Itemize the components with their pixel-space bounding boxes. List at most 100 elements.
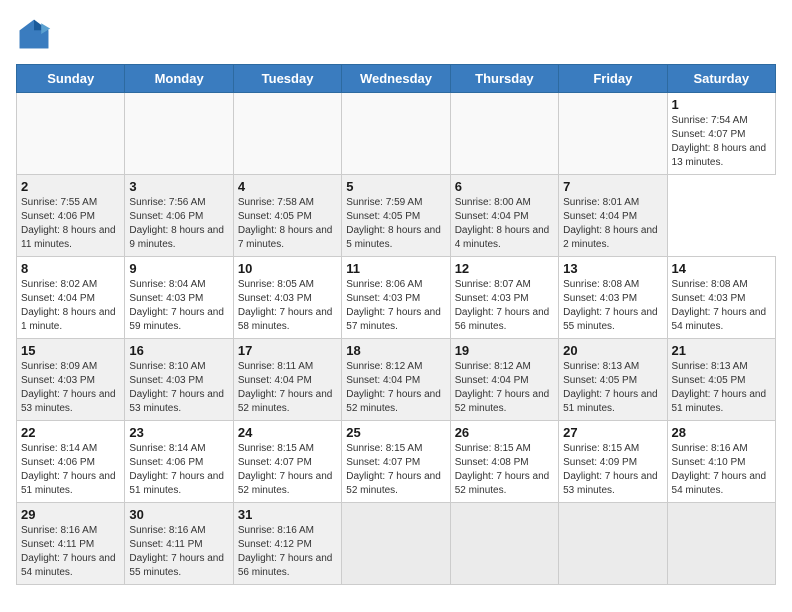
header-cell-tuesday: Tuesday [233, 65, 341, 93]
day-info: Sunrise: 7:54 AMSunset: 4:07 PMDaylight:… [672, 114, 771, 170]
sunset: Sunset: 4:06 PM [21, 457, 95, 468]
day-info: Sunrise: 8:01 AM Sunset: 4:04 PM Daylight:… [563, 196, 662, 252]
day-number: 16 [129, 343, 228, 358]
sunrise: Sunrise: 8:12 AM [455, 361, 531, 372]
header-cell-monday: Monday [125, 65, 233, 93]
header-row: SundayMondayTuesdayWednesdayThursdayFrid… [17, 65, 776, 93]
day-info: Sunrise: 8:08 AM Sunset: 4:03 PM Daylight:… [672, 278, 771, 334]
calendar-cell [342, 503, 450, 585]
sunrise: Sunrise: 8:14 AM [21, 443, 97, 454]
calendar-cell [559, 93, 667, 175]
calendar-cell: 24 Sunrise: 8:15 AMSunset: 4:07 PMDayligh… [233, 421, 341, 503]
sunrise: Sunrise: 8:15 AM [563, 443, 639, 454]
calendar-cell: 30Sunrise: 8:16 AMSunset: 4:11 PMDayligh… [125, 503, 233, 585]
sunset: Sunset: 4:07 PM [238, 457, 312, 468]
sunrise: Sunrise: 8:13 AM [672, 361, 748, 372]
day-number: 11 [346, 261, 445, 276]
sunrise: Sunrise: 8:02 AM [21, 279, 97, 290]
calendar-cell: 3Sunrise: 7:56 AMSunset: 4:06 PMDaylight… [125, 175, 233, 257]
calendar-header: SundayMondayTuesdayWednesdayThursdayFrid… [17, 65, 776, 93]
day-info: Sunrise: 8:06 AMSunset: 4:03 PMDaylight:… [346, 278, 445, 334]
calendar-cell: 31Sunrise: 8:16 AMSunset: 4:12 PMDayligh… [233, 503, 341, 585]
calendar-cell: 18Sunrise: 8:12 AMSunset: 4:04 PMDayligh… [342, 339, 450, 421]
sunrise: Sunrise: 8:13 AM [563, 361, 639, 372]
day-number: 7 [563, 179, 662, 194]
header-cell-friday: Friday [559, 65, 667, 93]
day-number: 31 [238, 507, 337, 522]
day-info: Sunrise: 7:59 AMSunset: 4:05 PMDaylight:… [346, 196, 445, 252]
sunset: Sunset: 4:04 PM [238, 375, 312, 386]
daylight: Daylight: 8 hours and 2 minutes. [563, 225, 658, 250]
day-number: 27 [563, 425, 662, 440]
sunset: Sunset: 4:09 PM [563, 457, 637, 468]
calendar-cell [125, 93, 233, 175]
sunrise: Sunrise: 8:12 AM [346, 361, 422, 372]
daylight: Daylight: 7 hours and 59 minutes. [129, 307, 224, 332]
sunrise: Sunrise: 8:15 AM [455, 443, 531, 454]
header-cell-wednesday: Wednesday [342, 65, 450, 93]
daylight: Daylight: 7 hours and 55 minutes. [563, 307, 658, 332]
day-info: Sunrise: 8:15 AMSunset: 4:07 PMDaylight:… [238, 442, 337, 498]
day-info: Sunrise: 8:08 AMSunset: 4:03 PMDaylight:… [563, 278, 662, 334]
sunset: Sunset: 4:03 PM [346, 293, 420, 304]
day-number: 1 [672, 97, 771, 112]
day-info: Sunrise: 8:15 AM Sunset: 4:09 PM Daylight:… [563, 442, 662, 498]
sunrise: Sunrise: 8:01 AM [563, 197, 639, 208]
calendar-cell: 17Sunrise: 8:11 AMSunset: 4:04 PMDayligh… [233, 339, 341, 421]
sunset: Sunset: 4:05 PM [238, 211, 312, 222]
daylight: Daylight: 7 hours and 52 minutes. [346, 471, 441, 496]
calendar-cell: 6 Sunrise: 8:00 AMSunset: 4:04 PMDaylight… [450, 175, 558, 257]
calendar-body: 1 Sunrise: 7:54 AMSunset: 4:07 PMDaylight… [17, 93, 776, 585]
sunset: Sunset: 4:04 PM [563, 211, 637, 222]
day-number: 24 [238, 425, 337, 440]
day-number: 6 [455, 179, 554, 194]
day-info: Sunrise: 8:09 AMSunset: 4:03 PMDaylight:… [21, 360, 120, 416]
day-number: 22 [21, 425, 120, 440]
calendar-cell: 8Sunrise: 8:02 AMSunset: 4:04 PMDaylight… [17, 257, 125, 339]
calendar-cell: 22Sunrise: 8:14 AMSunset: 4:06 PMDayligh… [17, 421, 125, 503]
logo [16, 16, 56, 52]
day-number: 2 [21, 179, 120, 194]
week-row-3: 15Sunrise: 8:09 AMSunset: 4:03 PMDayligh… [17, 339, 776, 421]
day-info: Sunrise: 8:02 AMSunset: 4:04 PMDaylight:… [21, 278, 120, 334]
sunset: Sunset: 4:03 PM [672, 293, 746, 304]
calendar-cell: 9Sunrise: 8:04 AMSunset: 4:03 PMDaylight… [125, 257, 233, 339]
sunset: Sunset: 4:12 PM [238, 539, 312, 550]
sunset: Sunset: 4:08 PM [455, 457, 529, 468]
sunrise: Sunrise: 8:15 AM [346, 443, 422, 454]
daylight: Daylight: 7 hours and 56 minutes. [455, 307, 550, 332]
day-info: Sunrise: 8:00 AMSunset: 4:04 PMDaylight:… [455, 196, 554, 252]
calendar-cell: 7 Sunrise: 8:01 AM Sunset: 4:04 PM Daylight… [559, 175, 667, 257]
calendar-cell: 28Sunrise: 8:16 AMSunset: 4:10 PMDayligh… [667, 421, 775, 503]
daylight: Daylight: 7 hours and 55 minutes. [129, 553, 224, 578]
daylight: Daylight: 8 hours and 1 minute. [21, 307, 116, 332]
sunrise: Sunrise: 8:16 AM [238, 525, 314, 536]
daylight: Daylight: 8 hours and 7 minutes. [238, 225, 333, 250]
calendar-cell: 5Sunrise: 7:59 AMSunset: 4:05 PMDaylight… [342, 175, 450, 257]
calendar-cell: 26Sunrise: 8:15 AMSunset: 4:08 PMDayligh… [450, 421, 558, 503]
daylight: Daylight: 7 hours and 53 minutes. [563, 471, 658, 496]
daylight: Daylight: 7 hours and 51 minutes. [563, 389, 658, 414]
day-info: Sunrise: 8:07 AMSunset: 4:03 PMDaylight:… [455, 278, 554, 334]
sunset: Sunset: 4:05 PM [346, 211, 420, 222]
daylight: Daylight: 7 hours and 54 minutes. [672, 307, 767, 332]
sunrise: Sunrise: 8:05 AM [238, 279, 314, 290]
day-info: Sunrise: 8:13 AMSunset: 4:05 PMDaylight:… [672, 360, 771, 416]
sunset: Sunset: 4:06 PM [129, 457, 203, 468]
week-row-0: 1 Sunrise: 7:54 AMSunset: 4:07 PMDaylight… [17, 93, 776, 175]
calendar-cell: 14Sunrise: 8:08 AMSunset: 4:03 PMDayligh… [667, 257, 775, 339]
daylight: Daylight: 7 hours and 52 minutes. [346, 389, 441, 414]
week-row-2: 8Sunrise: 8:02 AMSunset: 4:04 PMDaylight… [17, 257, 776, 339]
sunrise: Sunrise: 7:59 AM [346, 197, 422, 208]
calendar-cell: 29Sunrise: 8:16 AMSunset: 4:11 PMDayligh… [17, 503, 125, 585]
calendar-cell [667, 503, 775, 585]
sunrise: Sunrise: 8:07 AM [455, 279, 531, 290]
sunrise: Sunrise: 7:58 AM [238, 197, 314, 208]
sunrise: Sunrise: 8:16 AM [672, 443, 748, 454]
logo-icon [16, 16, 52, 52]
day-number: 26 [455, 425, 554, 440]
daylight: Daylight: 8 hours and 4 minutes. [455, 225, 550, 250]
daylight: Daylight: 7 hours and 54 minutes. [672, 471, 767, 496]
day-number: 18 [346, 343, 445, 358]
sunrise: Sunrise: 8:08 AM [672, 279, 748, 290]
